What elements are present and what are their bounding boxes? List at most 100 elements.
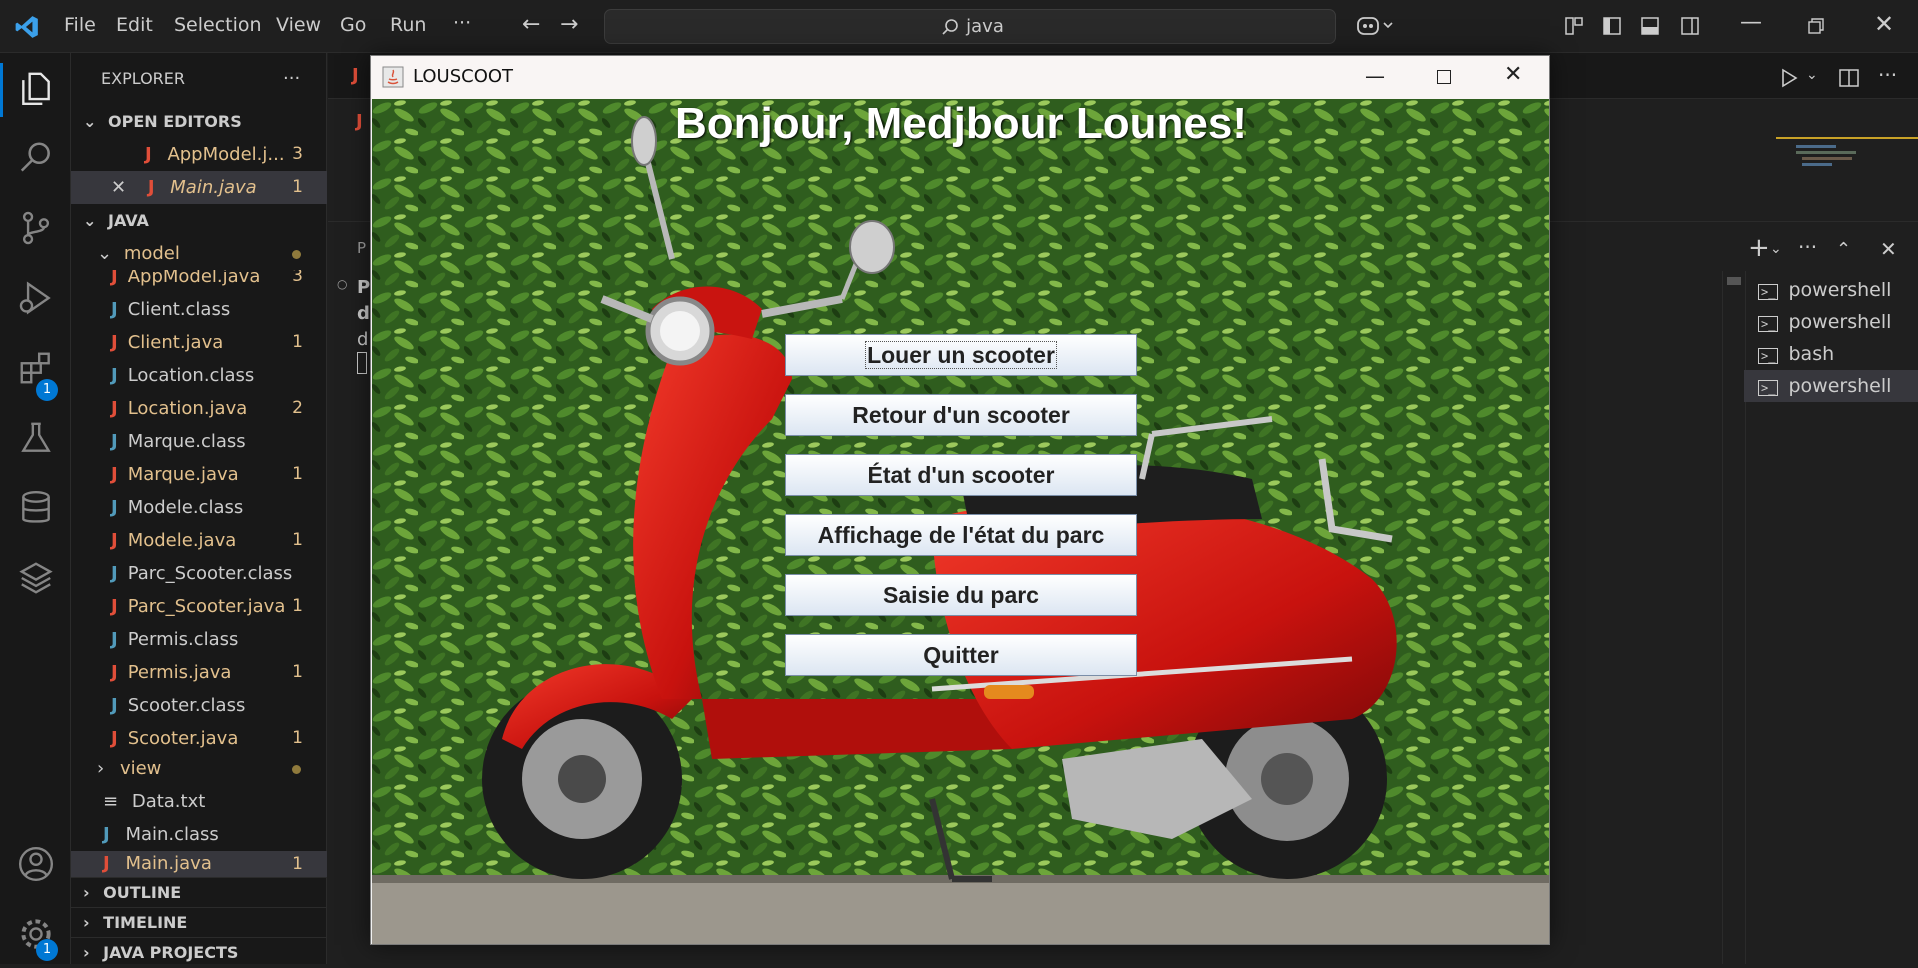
open-editor-item[interactable]: J AppModel.j... 3: [71, 138, 327, 171]
outline-section[interactable]: › OUTLINE: [71, 877, 327, 907]
editor-more-icon[interactable]: ···: [1878, 63, 1897, 87]
menu-file[interactable]: File: [64, 14, 96, 36]
database-icon[interactable]: [17, 489, 55, 527]
menu-edit[interactable]: Edit: [116, 14, 153, 36]
file-item[interactable]: J Permis.class: [71, 623, 327, 656]
file-item[interactable]: J Scooter.java 1: [71, 722, 327, 755]
quit-button[interactable]: Quitter: [785, 634, 1137, 676]
file-item[interactable]: J Permis.java 1: [71, 656, 327, 689]
window-title-bar[interactable]: LOUSCOOT — ✕: [371, 56, 1549, 99]
toggle-secondary-sidebar-icon[interactable]: [1680, 16, 1700, 36]
return-scooter-button[interactable]: Retour d'un scooter: [785, 394, 1137, 436]
file-item[interactable]: J Parc_Scooter.java 1: [71, 590, 327, 623]
java-section[interactable]: ⌄ JAVA: [71, 204, 327, 237]
problem-count: 1: [292, 728, 303, 748]
account-icon[interactable]: [17, 845, 55, 883]
more-actions-icon[interactable]: ···: [283, 62, 300, 95]
file-label: Scooter.java: [127, 728, 239, 749]
timeline-section[interactable]: › TIMELINE: [71, 907, 327, 937]
open-editors-label: OPEN EDITORS: [107, 112, 242, 131]
open-editors-section[interactable]: ⌄ OPEN EDITORS: [71, 105, 327, 138]
rent-scooter-button[interactable]: Louer un scooter: [785, 334, 1137, 376]
close-icon[interactable]: ✕: [1874, 10, 1894, 38]
file-item[interactable]: J Location.class: [71, 359, 327, 392]
terminal-item-active[interactable]: >_ powershell: [1744, 370, 1918, 402]
minimize-icon[interactable]: —: [1740, 10, 1762, 35]
window-maximize-icon[interactable]: [1437, 70, 1451, 84]
terminal-cursor: [357, 352, 367, 374]
file-main-java[interactable]: J Main.java 1: [71, 851, 327, 877]
toggle-panel-icon[interactable]: [1640, 16, 1660, 36]
file-item[interactable]: J Modele.java 1: [71, 524, 327, 557]
file-item[interactable]: J Client.java 1: [71, 326, 327, 359]
testing-flask-icon[interactable]: [17, 419, 55, 457]
file-item[interactable]: J Parc_Scooter.class: [71, 557, 327, 590]
fleet-entry-button[interactable]: Saisie du parc: [785, 574, 1137, 616]
scooter-status-button[interactable]: État d'un scooter: [785, 454, 1137, 496]
new-terminal-icon[interactable]: +: [1748, 233, 1770, 263]
run-debug-icon[interactable]: [17, 279, 55, 317]
active-indicator: [0, 63, 3, 117]
forward-arrow-icon[interactable]: →: [560, 12, 578, 37]
terminal-line-3: d: [357, 329, 369, 350]
file-main-class[interactable]: J Main.class: [71, 818, 327, 851]
run-icon[interactable]: [1778, 67, 1800, 89]
java-file-icon: J: [111, 596, 118, 617]
terminal-item[interactable]: >_ bash: [1744, 338, 1918, 370]
new-terminal-dropdown-icon[interactable]: ⌄: [1770, 241, 1782, 257]
java-projects-label: JAVA PROJECTS: [103, 943, 239, 962]
run-dropdown-icon[interactable]: ⌄: [1806, 67, 1818, 83]
menu-go[interactable]: Go: [340, 14, 366, 36]
file-data-txt[interactable]: ≡ Data.txt: [71, 785, 327, 818]
terminal-item[interactable]: >_ powershell: [1744, 274, 1918, 306]
window-close-icon[interactable]: ✕: [1504, 62, 1522, 87]
file-item[interactable]: J Marque.class: [71, 425, 327, 458]
window-minimize-icon[interactable]: —: [1365, 64, 1385, 88]
layers-icon[interactable]: [17, 559, 55, 597]
class-file-icon: J: [111, 629, 118, 650]
open-editor-item-active[interactable]: ✕ J Main.java 1: [71, 171, 327, 204]
file-label: Permis.class: [127, 629, 239, 650]
problem-count: 1: [292, 464, 303, 484]
title-bar: File Edit Selection View Go Run ··· ← → …: [0, 0, 1918, 53]
source-control-icon[interactable]: [17, 209, 55, 247]
folder-view[interactable]: › view: [71, 752, 327, 785]
command-center-search[interactable]: java: [604, 9, 1336, 44]
file-item[interactable]: J AppModel.java 3: [71, 270, 327, 293]
class-file-icon: J: [111, 365, 118, 386]
file-item[interactable]: J Modele.class: [71, 491, 327, 524]
menu-view[interactable]: View: [276, 14, 321, 36]
panel-more-icon[interactable]: ···: [1798, 235, 1817, 259]
search-sidebar-icon[interactable]: [17, 139, 55, 177]
close-panel-icon[interactable]: ✕: [1880, 237, 1897, 261]
copilot-icon[interactable]: [1356, 14, 1396, 38]
back-arrow-icon[interactable]: ←: [522, 12, 540, 37]
toggle-sidebar-icon[interactable]: [1602, 16, 1622, 36]
chevron-down-icon: ⌄: [97, 243, 113, 264]
explorer-icon[interactable]: [17, 69, 55, 107]
folder-model[interactable]: ⌄ model: [71, 237, 327, 270]
open-editor-label: AppModel.j...: [167, 144, 285, 165]
terminal-scrollbar[interactable]: [1722, 271, 1746, 964]
customize-layout-icon[interactable]: [1564, 16, 1584, 36]
java-projects-section[interactable]: › JAVA PROJECTS: [71, 937, 327, 967]
close-editor-icon[interactable]: ✕: [111, 177, 126, 198]
file-item[interactable]: J Marque.java 1: [71, 458, 327, 491]
panel-tab-partial[interactable]: P: [357, 239, 366, 257]
file-item[interactable]: J Client.class: [71, 293, 327, 326]
window-title: LOUSCOOT: [413, 66, 514, 87]
fleet-status-button[interactable]: Affichage de l'état du parc: [785, 514, 1137, 556]
file-label: Parc_Scooter.class: [127, 563, 293, 584]
terminal-item[interactable]: >_ powershell: [1744, 306, 1918, 338]
search-text: java: [966, 16, 1004, 37]
menu-more[interactable]: ···: [453, 12, 471, 34]
restore-icon[interactable]: [1808, 18, 1824, 34]
maximize-panel-icon[interactable]: ⌃: [1836, 239, 1851, 260]
file-label: Modele.java: [127, 530, 237, 551]
class-file-icon: J: [103, 824, 110, 845]
file-item[interactable]: J Scooter.class: [71, 689, 327, 722]
split-editor-icon[interactable]: [1838, 67, 1860, 89]
file-item[interactable]: J Location.java 2: [71, 392, 327, 425]
menu-selection[interactable]: Selection: [174, 14, 262, 36]
menu-run[interactable]: Run: [390, 14, 426, 36]
